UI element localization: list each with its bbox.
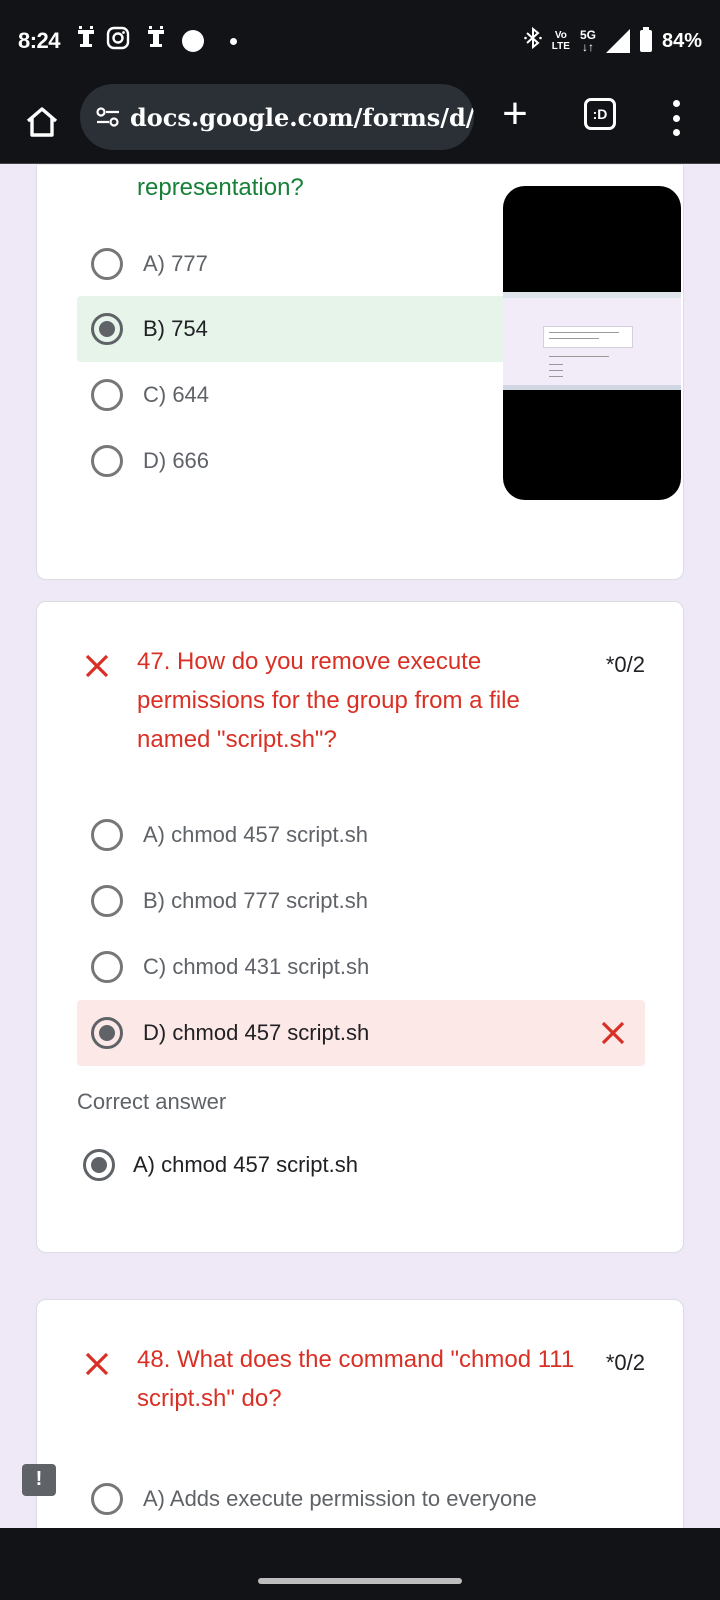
- site-settings-icon[interactable]: [94, 103, 122, 131]
- question-title-46: representation?: [137, 174, 304, 201]
- more-notifications-dot-icon: [230, 38, 237, 45]
- radio-icon[interactable]: [91, 248, 123, 280]
- question-card-47: 47. How do you remove execute permission…: [36, 601, 684, 1253]
- radio-icon[interactable]: [91, 445, 123, 477]
- question-title-47: 47. How do you remove execute permission…: [137, 648, 520, 753]
- navigation-bar: [0, 1528, 720, 1600]
- floating-video-window[interactable]: [503, 186, 681, 500]
- option-label: A) 777: [143, 251, 208, 276]
- status-bar: 8:24 Vo LTE 5G ↓↑ 84%: [0, 0, 720, 84]
- more-menu-icon[interactable]: [664, 98, 688, 138]
- option-a[interactable]: A) chmod 457 script.sh: [77, 802, 645, 868]
- correct-answer-label: Correct answer: [77, 1089, 227, 1114]
- battery-percent: 84%: [661, 29, 702, 52]
- status-time: 8:24: [18, 28, 61, 53]
- video-text-line: [549, 356, 609, 357]
- gesture-handle[interactable]: [258, 1578, 462, 1584]
- option-label: C) 644: [143, 382, 210, 407]
- option-label: D) chmod 457 script.sh: [143, 1020, 370, 1045]
- radio-icon[interactable]: [91, 379, 123, 411]
- notification-icon: [76, 26, 96, 58]
- volte-indicator: Vo LTE: [551, 30, 570, 52]
- browser-toolbar: docs.google.com/forms/d/ + :D: [0, 84, 720, 164]
- home-icon[interactable]: [22, 102, 62, 142]
- radio-icon[interactable]: [91, 1483, 123, 1515]
- question-score-48: *0/2: [605, 1350, 645, 1375]
- video-browser-bar: [503, 292, 681, 298]
- option-label: B) chmod 777 script.sh: [143, 888, 368, 913]
- bluetooth-icon: [523, 26, 542, 56]
- status-right: Vo LTE 5G ↓↑ 84%: [523, 26, 702, 56]
- video-thumbnail: [503, 292, 681, 390]
- video-taskbar: [503, 385, 681, 390]
- radio-icon[interactable]: [91, 951, 123, 983]
- instagram-icon: [106, 26, 130, 56]
- tab-switcher-button[interactable]: :D: [584, 98, 616, 130]
- incorrect-x-icon: [83, 1350, 111, 1378]
- option-label: A) chmod 457 script.sh: [133, 1152, 358, 1177]
- option-label: A) Adds execute permission to everyone: [143, 1486, 537, 1511]
- radio-icon[interactable]: [91, 885, 123, 917]
- video-text-line: [549, 332, 619, 333]
- radio-selected-icon: [83, 1149, 115, 1181]
- new-tab-icon[interactable]: +: [495, 92, 535, 136]
- feedback-alert-icon[interactable]: !: [22, 1464, 56, 1496]
- url-text: docs.google.com/forms/d/: [130, 102, 474, 132]
- option-c[interactable]: C) chmod 431 script.sh: [77, 934, 645, 1000]
- signal-icon: [605, 29, 630, 53]
- radio-selected-icon[interactable]: [91, 313, 123, 345]
- address-bar[interactable]: docs.google.com/forms/d/: [80, 84, 474, 150]
- option-d-selected-incorrect[interactable]: D) chmod 457 script.sh: [77, 1000, 645, 1066]
- network-type: 5G ↓↑: [579, 28, 596, 54]
- notification-icon-2: [146, 26, 166, 58]
- question-title-48: 48. What does the command "chmod 111 scr…: [137, 1346, 575, 1412]
- incorrect-x-icon: [599, 1019, 627, 1047]
- incorrect-x-icon: [83, 652, 111, 680]
- battery-icon: [639, 27, 652, 52]
- video-text-line: [549, 376, 563, 377]
- question-card-48: 48. What does the command "chmod 111 scr…: [36, 1299, 684, 1560]
- question-score-47: *0/2: [605, 652, 645, 677]
- radio-selected-icon[interactable]: [91, 1017, 123, 1049]
- option-label: A) chmod 457 script.sh: [143, 822, 368, 847]
- option-label: C) chmod 431 script.sh: [143, 954, 370, 979]
- video-form-panel: [543, 326, 633, 348]
- video-text-line: [549, 370, 563, 371]
- option-label: B) 754: [143, 316, 208, 341]
- option-b[interactable]: B) chmod 777 script.sh: [77, 868, 645, 934]
- status-dot-icon: [182, 30, 204, 52]
- correct-answer-option: A) chmod 457 script.sh: [83, 1132, 651, 1198]
- option-label: D) 666: [143, 448, 210, 473]
- option-a[interactable]: A) Adds execute permission to everyone: [77, 1466, 645, 1532]
- radio-icon[interactable]: [91, 819, 123, 851]
- video-text-line: [549, 364, 563, 365]
- video-text-line: [549, 338, 599, 339]
